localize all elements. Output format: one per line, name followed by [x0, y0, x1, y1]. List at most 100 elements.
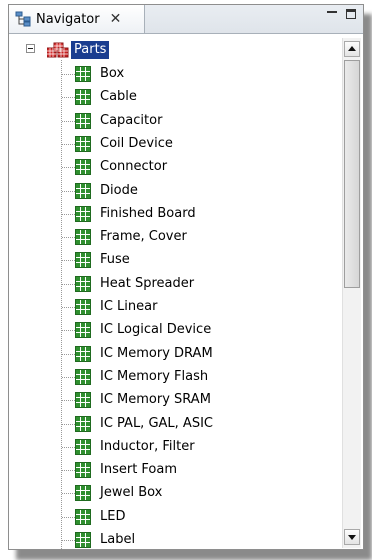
scroll-down-arrow-icon[interactable]: [344, 529, 360, 545]
tree-item[interactable]: Finished Board: [9, 203, 339, 226]
table-grid-icon: [75, 205, 91, 222]
table-grid-icon: [75, 229, 91, 246]
tree-connector-line: [62, 516, 75, 518]
tree-connector-line: [62, 237, 75, 239]
tree-item[interactable]: IC Logical Device: [9, 319, 339, 342]
tree-item-label: Box: [100, 66, 125, 81]
collapse-toggle-icon[interactable]: [26, 44, 35, 53]
tree-connector-line: [62, 190, 75, 192]
navigator-view: Navigator ✕ Parts Box Cable Capacitor Coil …: [8, 4, 364, 550]
tree-root-parts[interactable]: Parts: [71, 41, 110, 59]
parts-folder-icon: [46, 42, 69, 58]
scrollbar-thumb[interactable]: [344, 60, 360, 288]
tree-item-label: IC Memory SRAM: [100, 392, 211, 408]
tree-item[interactable]: Connector: [9, 156, 339, 179]
table-grid-icon: [75, 345, 91, 362]
maximize-icon[interactable]: [345, 8, 359, 22]
table-grid-icon: [75, 508, 91, 525]
tree-item[interactable]: IC Memory SRAM: [9, 389, 339, 412]
tree-item[interactable]: Box: [9, 63, 339, 86]
tree-connector-line: [62, 423, 75, 425]
tree-item-label: IC Memory DRAM: [100, 345, 213, 361]
tree-item-label: IC Logical Device: [100, 322, 212, 338]
tree-connector-line: [62, 330, 75, 332]
table-grid-icon: [75, 89, 91, 106]
tree-item[interactable]: Capacitor: [9, 110, 339, 133]
tree-item-label: Diode: [100, 182, 138, 198]
tab-navigator[interactable]: Navigator ✕: [9, 5, 145, 33]
tree-connector-line: [62, 143, 75, 145]
tree-connector-line: [62, 260, 75, 262]
tree-item[interactable]: Label: [9, 529, 339, 549]
tree-item[interactable]: Frame, Cover: [9, 226, 339, 249]
vertical-scrollbar[interactable]: [342, 38, 361, 548]
table-grid-icon: [75, 322, 91, 339]
tree-item-label: Frame, Cover: [100, 229, 187, 245]
parts-tree: Parts Box Cable Capacitor Coil Device Connec…: [9, 34, 339, 549]
tree-item-label: Connector: [100, 159, 168, 175]
tree-item-label: IC PAL, GAL, ASIC: [100, 415, 213, 431]
tree-item-label: Heat Spreader: [100, 275, 195, 291]
table-grid-icon: [75, 159, 91, 176]
view-tab-bar: Navigator ✕: [9, 5, 363, 34]
table-grid-icon: [75, 532, 91, 548]
tree-connector-line: [62, 167, 75, 169]
tree-item-label: Finished Board: [100, 205, 196, 221]
tree-item[interactable]: Insert Foam: [9, 459, 339, 482]
tree-item[interactable]: LED: [9, 506, 339, 529]
tree-item-label: Coil Device: [100, 135, 173, 151]
table-grid-icon: [75, 462, 91, 479]
tree-item-label: Cable: [100, 89, 137, 105]
tree-item[interactable]: Cable: [9, 86, 339, 109]
tree-connector-line: [62, 307, 75, 308]
tree-item-label: Fuse: [100, 252, 130, 268]
table-grid-icon: [75, 438, 91, 455]
table-grid-icon: [75, 252, 91, 269]
tree-connector-line: [62, 213, 75, 215]
tree-item-label: Capacitor: [100, 112, 163, 128]
navigator-tree-icon: [15, 11, 31, 27]
tree-item-label: Label: [100, 532, 136, 547]
tree-connector-line: [62, 446, 75, 448]
table-grid-icon: [75, 415, 91, 432]
table-grid-icon: [75, 392, 91, 409]
tree-item[interactable]: IC Linear: [9, 296, 339, 319]
table-grid-icon: [75, 135, 91, 152]
tree-item[interactable]: Jewel Box: [9, 482, 339, 505]
tree-item-label: IC Memory Flash: [100, 368, 209, 384]
tree-connector-line: [62, 540, 75, 541]
tree-item-label: Jewel Box: [100, 485, 163, 501]
tree-item[interactable]: Fuse: [9, 249, 339, 272]
tree-item[interactable]: Coil Device: [9, 133, 339, 156]
tree-connector-line: [62, 353, 75, 355]
tree-connector-line: [62, 283, 75, 285]
tree-item[interactable]: IC PAL, GAL, ASIC: [9, 413, 339, 436]
minimize-icon[interactable]: [325, 8, 339, 22]
tree-item-label: Inductor, Filter: [100, 438, 195, 454]
tree-item-label: LED: [100, 508, 126, 524]
close-icon[interactable]: ✕: [110, 11, 122, 27]
tree-connector-line: [62, 493, 75, 495]
table-grid-icon: [75, 299, 91, 315]
tree-item-label: Insert Foam: [100, 462, 178, 478]
table-grid-icon: [75, 368, 91, 385]
tree-item-label: IC Linear: [100, 299, 158, 314]
view-buttons: [325, 8, 359, 22]
table-grid-icon: [75, 275, 91, 292]
tree-connector-line: [62, 470, 75, 472]
tree-item[interactable]: Diode: [9, 180, 339, 203]
scroll-up-arrow-icon[interactable]: [344, 41, 360, 57]
tree-connector-line: [62, 400, 75, 402]
table-grid-icon: [75, 66, 91, 82]
tree-connector-line: [62, 376, 75, 378]
tree-item[interactable]: IC Memory DRAM: [9, 343, 339, 366]
tree-item[interactable]: Inductor, Filter: [9, 436, 339, 459]
tree-item[interactable]: Heat Spreader: [9, 273, 339, 296]
tree-item[interactable]: IC Memory Flash: [9, 366, 339, 389]
tree-connector-line: [62, 74, 75, 75]
table-grid-icon: [75, 182, 91, 199]
tab-title: Navigator: [36, 11, 100, 27]
table-grid-icon: [75, 112, 91, 129]
tree-connector-line: [62, 120, 75, 122]
tree-connector-line: [62, 97, 75, 99]
